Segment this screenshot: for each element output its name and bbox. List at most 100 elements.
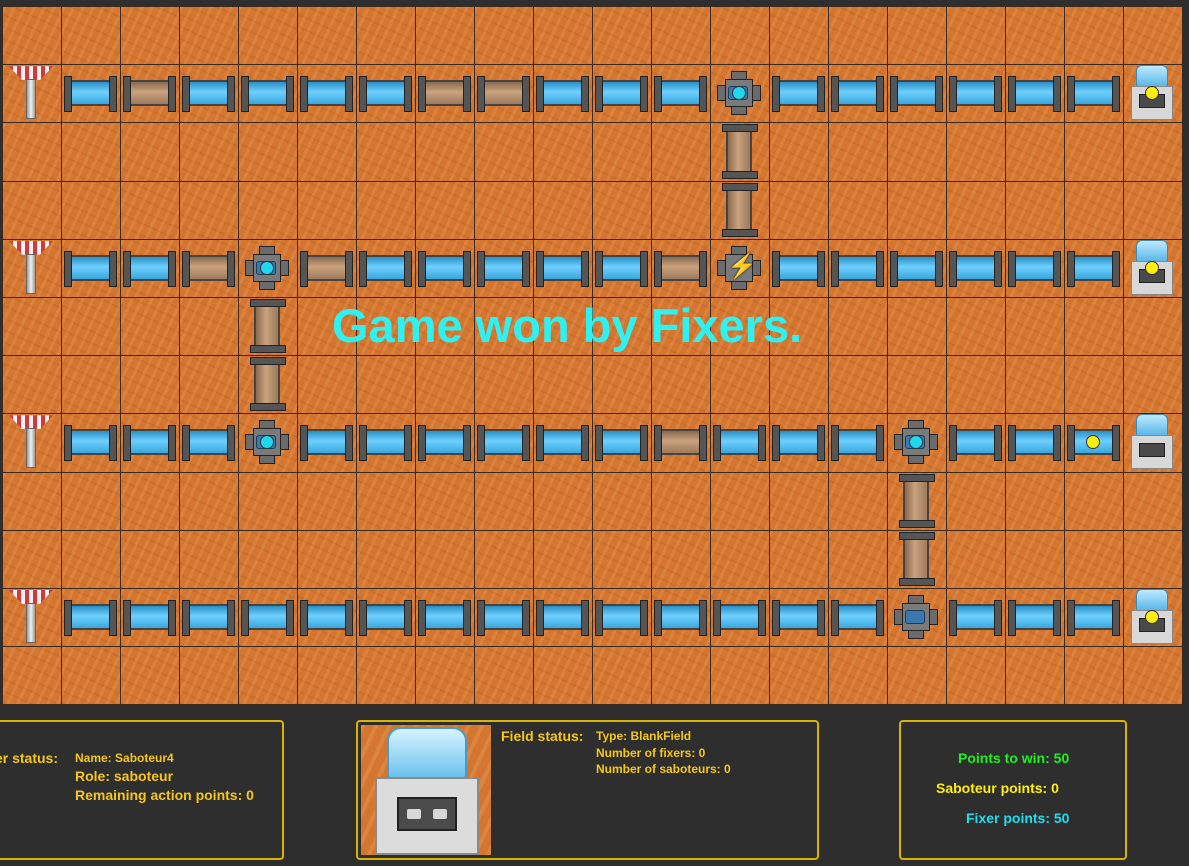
water-pipe[interactable]	[300, 600, 353, 636]
water-pipe[interactable]	[241, 600, 294, 636]
empty-pipe[interactable]	[722, 124, 758, 179]
board-tile[interactable]	[297, 6, 357, 66]
board-tile[interactable]	[533, 646, 593, 706]
board-tile[interactable]	[179, 297, 239, 357]
board-tile[interactable]	[238, 122, 298, 182]
board-tile[interactable]	[2, 646, 62, 706]
board-tile[interactable]	[474, 355, 534, 415]
empty-pipe[interactable]	[899, 531, 935, 587]
board-tile[interactable]	[946, 471, 1006, 531]
board-tile[interactable]	[1005, 122, 1065, 182]
board-tile[interactable]	[474, 471, 534, 531]
water-pipe[interactable]	[949, 76, 1002, 113]
board-tile[interactable]	[592, 122, 652, 182]
board-tile[interactable]	[651, 529, 711, 589]
broken-pump[interactable]: ⚡	[717, 245, 761, 290]
board-tile[interactable]	[61, 471, 121, 531]
water-pipe[interactable]	[1008, 600, 1061, 636]
board-tile[interactable]	[533, 180, 593, 240]
board-tile[interactable]	[356, 646, 416, 706]
pump[interactable]	[894, 595, 938, 639]
board-tile[interactable]	[592, 646, 652, 706]
cistern[interactable]	[1129, 414, 1175, 470]
board-tile[interactable]	[61, 6, 121, 66]
board-tile[interactable]	[1123, 180, 1183, 240]
board-tile[interactable]	[238, 471, 298, 531]
board-tile[interactable]	[474, 122, 534, 182]
board-tile[interactable]	[179, 6, 239, 66]
board-tile[interactable]	[120, 297, 180, 357]
board-tile[interactable]	[1064, 122, 1124, 182]
water-pipe[interactable]	[536, 76, 589, 113]
water-pipe[interactable]	[1067, 250, 1120, 287]
board-tile[interactable]	[533, 471, 593, 531]
board-tile[interactable]	[356, 355, 416, 415]
board-tile[interactable]	[1064, 180, 1124, 240]
water-pipe[interactable]	[64, 76, 117, 113]
board-tile[interactable]	[2, 471, 62, 531]
board-tile[interactable]	[179, 180, 239, 240]
board-tile[interactable]	[238, 180, 298, 240]
board-tile[interactable]	[415, 355, 475, 415]
board-tile[interactable]	[533, 6, 593, 66]
empty-pipe[interactable]	[477, 76, 530, 113]
board-tile[interactable]	[1005, 355, 1065, 415]
board-tile[interactable]	[1005, 6, 1065, 66]
board-tile[interactable]	[2, 180, 62, 240]
board-tile[interactable]	[710, 6, 770, 66]
water-pipe[interactable]	[713, 425, 766, 462]
water-pipe[interactable]	[890, 250, 943, 287]
empty-pipe[interactable]	[899, 473, 935, 528]
board-tile[interactable]	[61, 355, 121, 415]
board-tile[interactable]	[356, 471, 416, 531]
board-tile[interactable]	[1005, 646, 1065, 706]
water-pipe[interactable]	[359, 600, 412, 636]
board-tile[interactable]	[946, 355, 1006, 415]
board-tile[interactable]	[592, 180, 652, 240]
empty-pipe[interactable]	[250, 298, 286, 354]
water-pipe[interactable]	[418, 250, 471, 287]
board-tile[interactable]	[356, 122, 416, 182]
board-tile[interactable]	[238, 6, 298, 66]
board-tile[interactable]	[297, 122, 357, 182]
water-pipe[interactable]	[772, 425, 825, 462]
water-pipe[interactable]	[64, 425, 117, 462]
board-tile[interactable]	[1005, 180, 1065, 240]
board-tile[interactable]	[297, 355, 357, 415]
board-tile[interactable]	[356, 6, 416, 66]
water-source[interactable]	[6, 66, 56, 120]
board-tile[interactable]	[238, 529, 298, 589]
board-tile[interactable]	[61, 122, 121, 182]
board-tile[interactable]	[2, 355, 62, 415]
water-pipe[interactable]	[123, 425, 176, 462]
board-tile[interactable]	[238, 646, 298, 706]
water-pipe[interactable]	[418, 425, 471, 462]
board-tile[interactable]	[769, 355, 829, 415]
water-pipe[interactable]	[123, 250, 176, 287]
water-pipe[interactable]	[418, 600, 471, 636]
water-pipe[interactable]	[123, 600, 176, 636]
board-tile[interactable]	[415, 646, 475, 706]
water-pipe[interactable]	[477, 250, 530, 287]
board-tile[interactable]	[474, 6, 534, 66]
water-pipe[interactable]	[595, 76, 648, 113]
water-pipe[interactable]	[595, 250, 648, 287]
water-pipe[interactable]	[831, 600, 884, 636]
water-pipe[interactable]	[536, 250, 589, 287]
empty-pipe[interactable]	[654, 425, 707, 462]
board-tile[interactable]	[887, 646, 947, 706]
board-tile[interactable]	[946, 122, 1006, 182]
board-tile[interactable]	[1123, 122, 1183, 182]
board-tile[interactable]	[297, 646, 357, 706]
board-tile[interactable]	[769, 529, 829, 589]
board-tile[interactable]	[474, 180, 534, 240]
board-tile[interactable]	[592, 355, 652, 415]
water-pipe[interactable]	[654, 76, 707, 113]
board-tile[interactable]	[651, 471, 711, 531]
board-tile[interactable]	[2, 297, 62, 357]
board-tile[interactable]	[533, 529, 593, 589]
board-tile[interactable]	[769, 646, 829, 706]
board-tile[interactable]	[887, 297, 947, 357]
board-tile[interactable]	[651, 646, 711, 706]
water-source[interactable]	[6, 590, 56, 644]
